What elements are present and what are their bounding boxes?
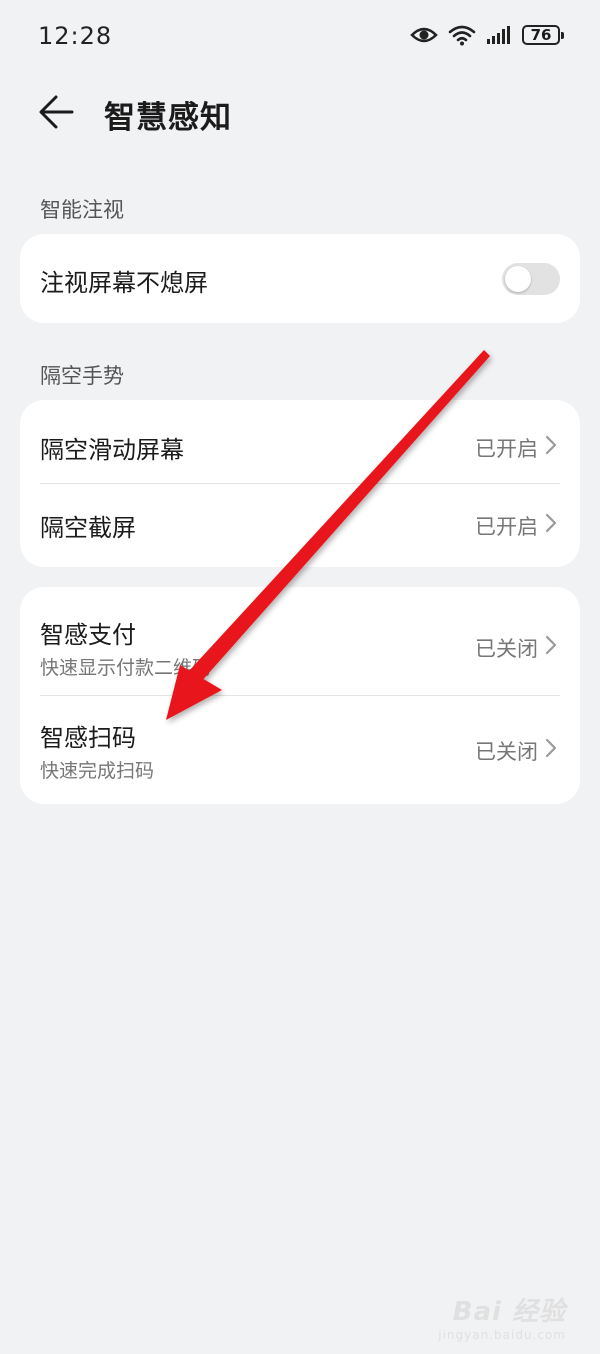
row-status: 已关闭 bbox=[475, 740, 538, 764]
row-title: 隔空滑动屏幕 bbox=[40, 436, 184, 464]
watermark-logo: Bai 经验 bbox=[452, 1297, 566, 1327]
back-button[interactable] bbox=[36, 92, 78, 132]
chevron-right-icon bbox=[545, 513, 557, 533]
wifi-icon bbox=[448, 25, 476, 46]
row-title: 智感支付 bbox=[40, 621, 136, 649]
row-smart-pay[interactable]: 智感支付 快速显示付款二维码 已关闭 bbox=[20, 587, 580, 695]
eye-comfort-icon bbox=[410, 27, 438, 43]
signal-icon bbox=[487, 26, 510, 44]
status-bar: 12:28 76 bbox=[0, 0, 600, 76]
row-gaze-keep-screen-on: 注视屏幕不熄屏 bbox=[20, 234, 580, 323]
status-time: 12:28 bbox=[38, 22, 113, 50]
row-title: 隔空截屏 bbox=[40, 514, 136, 542]
chevron-right-icon bbox=[545, 738, 557, 758]
status-icons: 76 bbox=[410, 24, 564, 46]
watermark: Bai 经验 jingyan.baidu.com bbox=[438, 1291, 566, 1342]
row-status: 已开启 bbox=[475, 437, 538, 461]
section-label-air-gesture: 隔空手势 bbox=[40, 364, 124, 388]
air-gesture-card: 隔空滑动屏幕 已开启 隔空截屏 已开启 bbox=[20, 400, 580, 567]
smart-sense-card: 智感支付 快速显示付款二维码 已关闭 智感扫码 快速完成扫码 已关闭 bbox=[20, 587, 580, 804]
row-title: 注视屏幕不熄屏 bbox=[40, 269, 208, 297]
row-air-scroll[interactable]: 隔空滑动屏幕 已开启 bbox=[20, 400, 580, 483]
row-smart-scan[interactable]: 智感扫码 快速完成扫码 已关闭 bbox=[20, 696, 580, 804]
row-status: 已开启 bbox=[475, 515, 538, 539]
row-subtitle: 快速显示付款二维码 bbox=[40, 657, 212, 679]
gaze-card: 注视屏幕不熄屏 bbox=[20, 234, 580, 323]
page-title: 智慧感知 bbox=[104, 100, 232, 136]
battery-icon: 76 bbox=[522, 25, 564, 45]
row-air-screenshot[interactable]: 隔空截屏 已开启 bbox=[20, 484, 580, 567]
watermark-url: jingyan.baidu.com bbox=[438, 1328, 566, 1342]
chevron-right-icon bbox=[545, 435, 557, 455]
row-subtitle: 快速完成扫码 bbox=[40, 760, 155, 782]
toggle-knob bbox=[505, 266, 531, 292]
arrow-left-icon bbox=[39, 95, 74, 129]
keep-screen-on-toggle[interactable] bbox=[502, 263, 560, 295]
row-status: 已关闭 bbox=[475, 637, 538, 661]
row-title: 智感扫码 bbox=[40, 724, 136, 752]
chevron-right-icon bbox=[545, 635, 557, 655]
section-label-gaze: 智能注视 bbox=[40, 198, 124, 222]
